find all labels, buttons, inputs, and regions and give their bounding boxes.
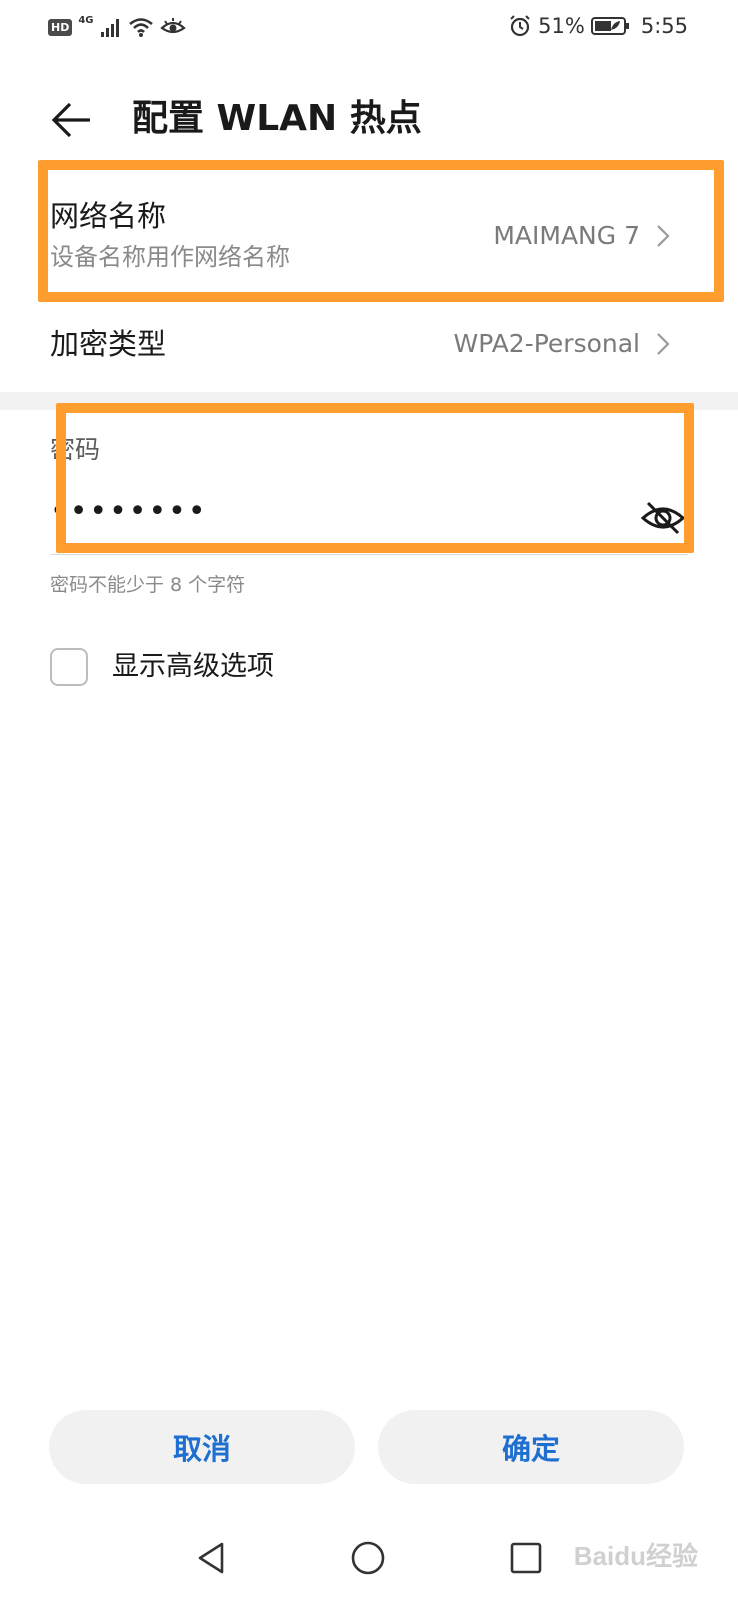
battery-icon (590, 17, 629, 35)
network-name-row[interactable]: 网络名称 设备名称用作网络名称 MAIMANG 7 (0, 180, 738, 290)
encryption-type-row[interactable]: 加密类型 WPA2-Personal (0, 300, 738, 390)
advanced-options-label: 显示高级选项 (112, 651, 274, 682)
password-hint: 密码不能少于 8 个字符 (50, 574, 246, 596)
status-bar: HD 4G 51% 5:55 (0, 0, 738, 64)
back-button[interactable] (48, 96, 96, 144)
watermark: Baidu经验 (573, 1541, 698, 1571)
password-value: •••••••• (50, 494, 208, 529)
network-type-label: 4G (78, 15, 94, 26)
confirm-button[interactable]: 确定 (378, 1410, 684, 1484)
back-arrow-icon (51, 102, 90, 138)
cancel-button[interactable]: 取消 (49, 1410, 355, 1484)
nav-recent-icon[interactable] (506, 1538, 546, 1578)
network-name-title: 网络名称 (50, 199, 167, 233)
battery-percent: 51% (538, 14, 585, 38)
advanced-options-checkbox[interactable] (50, 648, 88, 686)
password-label: 密码 (50, 435, 101, 464)
password-input[interactable]: •••••••• (50, 480, 690, 550)
hd-icon: HD (48, 18, 73, 36)
chevron-right-icon (657, 225, 670, 247)
encryption-type-title: 加密类型 (50, 327, 167, 361)
advanced-options-row[interactable]: 显示高级选项 (50, 646, 274, 688)
nav-back-icon[interactable] (192, 1538, 232, 1578)
page-title: 配置 WLAN 热点 (132, 98, 422, 139)
app-bar: 配置 WLAN 热点 (0, 80, 738, 160)
encryption-type-value: WPA2-Personal (453, 329, 641, 358)
network-name-value: MAIMANG 7 (493, 221, 640, 250)
alarm-icon (510, 15, 530, 37)
nav-home-icon[interactable] (348, 1538, 388, 1578)
status-left: HD 4G (48, 16, 186, 38)
chevron-right-icon (657, 333, 670, 355)
password-visibility-toggle[interactable] (640, 498, 686, 538)
network-name-subtitle: 设备名称用作网络名称 (50, 243, 290, 271)
status-right: 51% 5:55 (508, 14, 688, 38)
eye-comfort-icon (159, 18, 186, 34)
signal-icon (100, 19, 119, 37)
eye-hidden-icon (640, 501, 686, 535)
wifi-icon (128, 18, 153, 37)
section-divider (0, 392, 738, 410)
clock: 5:55 (640, 14, 688, 38)
password-underline (50, 554, 688, 555)
